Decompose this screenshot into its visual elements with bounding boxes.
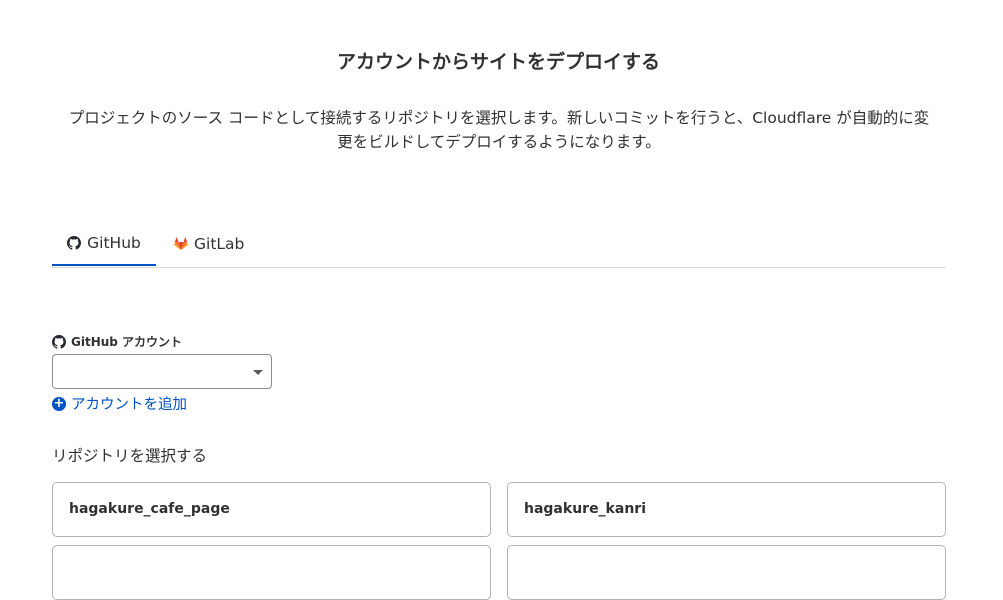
page-description: プロジェクトのソース コードとして接続するリポジトリを選択します。新しいコミット… xyxy=(58,106,940,154)
github-account-select[interactable] xyxy=(52,354,272,389)
page-description-line-1: プロジェクトのソース コードとして接続するリポジトリを選択します。新しいコミット… xyxy=(68,109,930,127)
repository-section-label: リポジトリを選択する xyxy=(52,447,208,465)
repository-card[interactable] xyxy=(507,545,946,600)
repository-name: hagakure_kanri xyxy=(524,501,646,517)
page-description-line-2: 更をビルドしてデプロイするようになります。 xyxy=(337,133,661,151)
repository-card[interactable] xyxy=(52,545,491,600)
github-account-label: GitHub アカウント xyxy=(52,333,182,350)
chevron-down-icon xyxy=(253,370,263,375)
tab-gitlab[interactable]: GitLab xyxy=(172,221,244,266)
repository-card[interactable]: hagakure_cafe_page xyxy=(52,482,491,537)
repository-name: hagakure_cafe_page xyxy=(69,501,230,517)
provider-tabs: GitHub GitLab xyxy=(52,221,946,268)
tab-github-label: GitHub xyxy=(87,233,141,252)
page-title: アカウントからサイトをデプロイする xyxy=(336,51,660,73)
github-account-label-text: GitHub アカウント xyxy=(71,335,183,349)
github-icon xyxy=(52,334,66,349)
repository-card[interactable]: hagakure_kanri xyxy=(507,482,946,537)
tab-github[interactable]: GitHub xyxy=(52,221,156,266)
github-icon xyxy=(67,235,82,250)
gitlab-icon xyxy=(174,236,188,251)
add-account-label: アカウントを追加 xyxy=(71,397,187,413)
tab-gitlab-label: GitLab xyxy=(194,234,245,253)
plus-circle-icon: + xyxy=(52,395,66,411)
add-account-link[interactable]: + アカウントを追加 xyxy=(52,393,187,414)
